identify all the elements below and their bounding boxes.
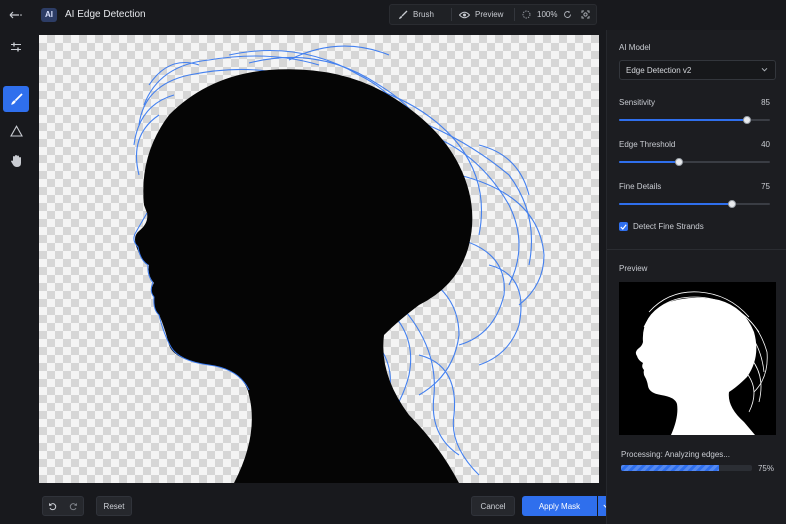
subject-silhouette bbox=[133, 45, 545, 483]
slider-fill bbox=[619, 161, 680, 163]
mask-preview bbox=[619, 282, 776, 435]
model-label: AI Model bbox=[619, 43, 651, 52]
slider-value-edge-threshold: 40 bbox=[761, 140, 770, 149]
preview-label: Preview bbox=[475, 10, 504, 19]
brush-label: Brush bbox=[413, 10, 434, 19]
slider-value-fine-details: 75 bbox=[761, 182, 770, 191]
settings-panel: AI Model Edge Detection v2 Sensitivity 8… bbox=[606, 30, 786, 524]
slider-label-sensitivity: Sensitivity bbox=[619, 98, 656, 107]
redo-icon[interactable] bbox=[69, 502, 78, 511]
checkbox-label: Detect Fine Strands bbox=[633, 222, 704, 231]
shape-tool-button[interactable] bbox=[3, 118, 29, 144]
apply-mask-button[interactable]: Apply Mask bbox=[522, 496, 597, 516]
slider-thumb[interactable] bbox=[675, 158, 684, 166]
progress-percent: 75% bbox=[757, 464, 774, 473]
brush-tool-button[interactable]: Brush bbox=[398, 5, 434, 24]
checkmark-icon bbox=[620, 223, 627, 230]
adjust-tool-button[interactable] bbox=[3, 34, 29, 60]
slider-fill bbox=[619, 119, 748, 121]
triangle-icon bbox=[9, 125, 23, 137]
image-canvas[interactable] bbox=[39, 35, 599, 483]
bottom-bar: Reset Cancel Apply Mask bbox=[32, 488, 614, 524]
reset-button[interactable]: Reset bbox=[96, 496, 132, 516]
preview-toggle-button[interactable]: Preview bbox=[459, 5, 503, 24]
zoom-control: 100% bbox=[522, 5, 590, 24]
hand-icon bbox=[10, 155, 21, 167]
brush-icon bbox=[399, 10, 408, 19]
fine-details-slider[interactable] bbox=[619, 200, 770, 208]
slider-thumb[interactable] bbox=[743, 116, 752, 124]
brush-icon bbox=[10, 92, 23, 105]
edge-threshold-slider[interactable] bbox=[619, 158, 770, 166]
progress-fill bbox=[621, 465, 720, 471]
slider-label-fine-details: Fine Details bbox=[619, 182, 662, 191]
sensitivity-slider[interactable] bbox=[619, 116, 770, 124]
slider-fill bbox=[619, 203, 733, 205]
chevron-down-icon bbox=[761, 67, 768, 72]
app-title: AI Edge Detection bbox=[65, 9, 146, 20]
fit-screen-icon[interactable] bbox=[581, 10, 590, 19]
view-toolbar: Brush Preview 100% bbox=[389, 4, 597, 25]
toolbar-divider bbox=[451, 8, 452, 21]
model-select[interactable]: Edge Detection v2 bbox=[619, 60, 776, 80]
panel-divider bbox=[607, 249, 786, 250]
detect-fine-strands-checkbox[interactable] bbox=[619, 222, 628, 231]
undo-icon[interactable] bbox=[48, 502, 57, 511]
pan-tool-button[interactable] bbox=[3, 148, 29, 174]
slider-thumb[interactable] bbox=[728, 200, 737, 208]
back-icon[interactable] bbox=[6, 7, 24, 23]
eye-icon bbox=[459, 11, 470, 18]
top-bar: AI AI Edge Detection Brush Preview 100% bbox=[0, 0, 786, 30]
slider-value-sensitivity: 85 bbox=[761, 98, 770, 107]
left-toolbar bbox=[0, 30, 32, 524]
history-controls bbox=[42, 496, 84, 516]
processing-status: Processing: Analyzing edges... bbox=[621, 450, 730, 459]
preview-heading: Preview bbox=[619, 264, 648, 273]
slider-label-edge-threshold: Edge Threshold bbox=[619, 140, 676, 149]
adjust-icon bbox=[11, 42, 21, 52]
brush-tool-active[interactable] bbox=[3, 86, 29, 112]
model-value: Edge Detection v2 bbox=[626, 65, 692, 75]
zoom-level: 100% bbox=[537, 10, 558, 19]
toolbar-divider bbox=[514, 8, 515, 21]
processing-progress-bar bbox=[621, 465, 752, 471]
cancel-button[interactable]: Cancel bbox=[471, 496, 515, 516]
app-badge: AI bbox=[41, 8, 57, 22]
refresh-icon[interactable] bbox=[563, 10, 572, 19]
zoom-out-icon[interactable] bbox=[522, 10, 531, 19]
mask-thumbnail bbox=[635, 291, 768, 435]
